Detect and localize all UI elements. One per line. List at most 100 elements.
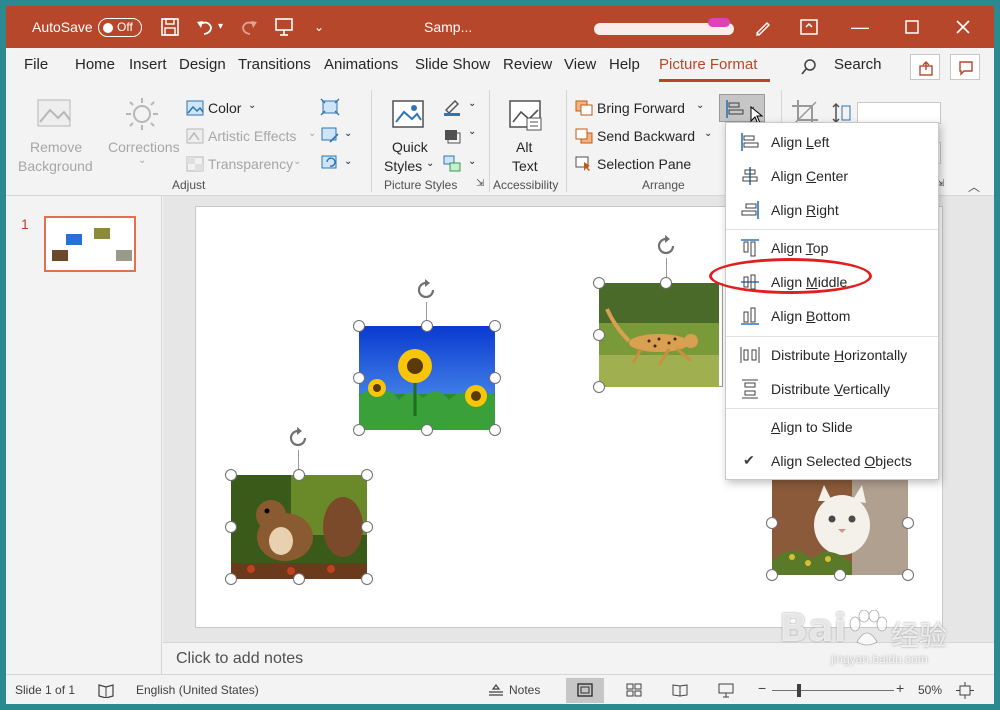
reset-picture-dropdown-icon[interactable]: ⌄ <box>344 156 352 167</box>
maximize-icon[interactable] <box>901 16 923 38</box>
menu-item-distribute-horizontally[interactable]: Distribute Horizontally <box>726 338 938 372</box>
pen-icon[interactable] <box>752 16 774 38</box>
tab-insert[interactable]: Insert <box>129 56 167 73</box>
resize-handle[interactable] <box>225 573 237 585</box>
resize-handle[interactable] <box>593 329 605 341</box>
rotate-handle-icon[interactable] <box>654 234 678 258</box>
menu-item-align-center[interactable]: Align Center <box>726 159 938 193</box>
menu-item-align-selected-objects[interactable]: ✔ Align Selected Objects <box>726 444 938 478</box>
bring-forward-dropdown-icon[interactable]: ⌄ <box>696 100 704 111</box>
bring-forward-icon[interactable] <box>575 100 593 116</box>
resize-handle[interactable] <box>834 569 846 581</box>
cat-picture[interactable] <box>772 471 908 575</box>
zoom-in-button[interactable]: + <box>896 680 904 696</box>
slide-sorter-icon[interactable] <box>626 683 642 697</box>
height-field[interactable] <box>857 102 941 124</box>
resize-handle[interactable] <box>489 424 501 436</box>
resize-handle[interactable] <box>766 569 778 581</box>
tab-review[interactable]: Review <box>503 56 552 73</box>
resize-handle[interactable] <box>593 381 605 393</box>
color-icon[interactable] <box>186 100 204 116</box>
rotate-handle-icon[interactable] <box>286 426 310 450</box>
resize-handle[interactable] <box>225 521 237 533</box>
alt-text-label-2[interactable]: Text <box>512 158 538 174</box>
corrections-icon[interactable] <box>124 96 160 132</box>
remove-background-icon[interactable] <box>36 98 72 130</box>
undo-dropdown-icon[interactable]: ▾ <box>218 6 223 48</box>
resize-handle[interactable] <box>421 424 433 436</box>
collapse-ribbon-icon[interactable]: ︿ <box>968 178 980 195</box>
normal-view-button[interactable] <box>566 678 604 703</box>
slideshow-view-icon[interactable] <box>718 683 734 698</box>
picture-border-icon[interactable] <box>442 98 462 116</box>
zoom-level[interactable]: 50% <box>918 683 942 697</box>
cheetah-picture[interactable] <box>599 283 719 387</box>
transparency-dropdown-icon[interactable]: ⌄ <box>293 156 301 167</box>
zoom-slider[interactable] <box>772 690 894 691</box>
resize-handle[interactable] <box>489 372 501 384</box>
resize-handle[interactable] <box>361 521 373 533</box>
picture-effects-dropdown-icon[interactable]: ⌄ <box>468 126 476 137</box>
picture-styles-launcher-icon[interactable]: ⇲ <box>476 178 484 189</box>
accessibility-check-icon[interactable] <box>98 683 114 698</box>
remove-background-label-1[interactable]: Remove <box>30 139 82 155</box>
alt-text-label-1[interactable]: Alt <box>516 139 532 155</box>
reset-picture-icon[interactable] <box>320 154 340 172</box>
artistic-effects-dropdown-icon[interactable]: ⌄ <box>308 128 316 139</box>
resize-handle[interactable] <box>766 517 778 529</box>
menu-item-align-left[interactable]: Align Left <box>726 125 938 159</box>
fit-slide-icon[interactable] <box>956 682 974 699</box>
tab-transitions[interactable]: Transitions <box>238 56 311 73</box>
save-icon[interactable] <box>159 16 181 38</box>
autosave-toggle[interactable]: Off <box>98 18 142 37</box>
change-picture-dropdown-icon[interactable]: ⌄ <box>344 128 352 139</box>
quick-styles-icon[interactable] <box>390 98 426 132</box>
resize-handle[interactable] <box>293 573 305 585</box>
resize-handle[interactable] <box>361 573 373 585</box>
color-label[interactable]: Color <box>208 100 241 116</box>
ribbon-display-icon[interactable] <box>798 16 820 38</box>
zoom-out-button[interactable]: − <box>758 680 766 696</box>
corrections-dropdown-icon[interactable]: ⌄ <box>138 155 146 166</box>
compress-pictures-icon[interactable] <box>320 98 340 116</box>
resize-handle[interactable] <box>593 277 605 289</box>
corrections-label[interactable]: Corrections <box>108 139 180 155</box>
color-dropdown-icon[interactable]: ⌄ <box>248 100 256 111</box>
artistic-effects-label[interactable]: Artistic Effects <box>208 128 296 144</box>
quick-styles-label-1[interactable]: Quick <box>392 139 428 155</box>
selection-pane-label[interactable]: Selection Pane <box>597 156 691 172</box>
resize-handle[interactable] <box>361 469 373 481</box>
tab-slide-show[interactable]: Slide Show <box>415 56 490 73</box>
menu-item-align-right[interactable]: Align Right <box>726 193 938 227</box>
notes-placeholder[interactable]: Click to add notes <box>176 650 303 668</box>
menu-item-align-to-slide[interactable]: Align to Slide <box>726 410 938 444</box>
resize-handle[interactable] <box>293 469 305 481</box>
slide-thumbnail[interactable] <box>44 216 136 272</box>
tab-help[interactable]: Help <box>609 56 640 73</box>
minimize-icon[interactable]: — <box>851 6 869 48</box>
tab-file[interactable]: File <box>24 56 48 73</box>
resize-handle[interactable] <box>489 320 501 332</box>
selection-pane-icon[interactable] <box>575 156 593 172</box>
tab-animations[interactable]: Animations <box>324 56 398 73</box>
search-label[interactable]: Search <box>834 56 882 73</box>
resize-handle[interactable] <box>902 517 914 529</box>
send-backward-icon[interactable] <box>575 128 593 144</box>
comments-button[interactable] <box>950 54 980 80</box>
share-button[interactable] <box>910 54 940 80</box>
bring-forward-label[interactable]: Bring Forward <box>597 100 685 116</box>
present-icon[interactable] <box>273 16 295 38</box>
customize-toolbar-icon[interactable]: ⌄ <box>314 6 324 48</box>
remove-background-label-2[interactable]: Background <box>18 158 93 174</box>
squirrel-picture[interactable] <box>231 475 367 579</box>
tab-picture-format[interactable]: Picture Format <box>659 56 757 73</box>
change-picture-icon[interactable] <box>320 126 340 144</box>
send-backward-label[interactable]: Send Backward <box>597 128 695 144</box>
picture-effects-icon[interactable] <box>442 126 462 144</box>
transparency-icon[interactable] <box>186 156 204 172</box>
send-backward-dropdown-icon[interactable]: ⌄ <box>704 128 712 139</box>
rotate-handle-icon[interactable] <box>414 278 438 302</box>
quick-styles-label-2[interactable]: Styles <box>384 158 422 174</box>
close-icon[interactable] <box>952 16 974 38</box>
resize-handle[interactable] <box>902 569 914 581</box>
